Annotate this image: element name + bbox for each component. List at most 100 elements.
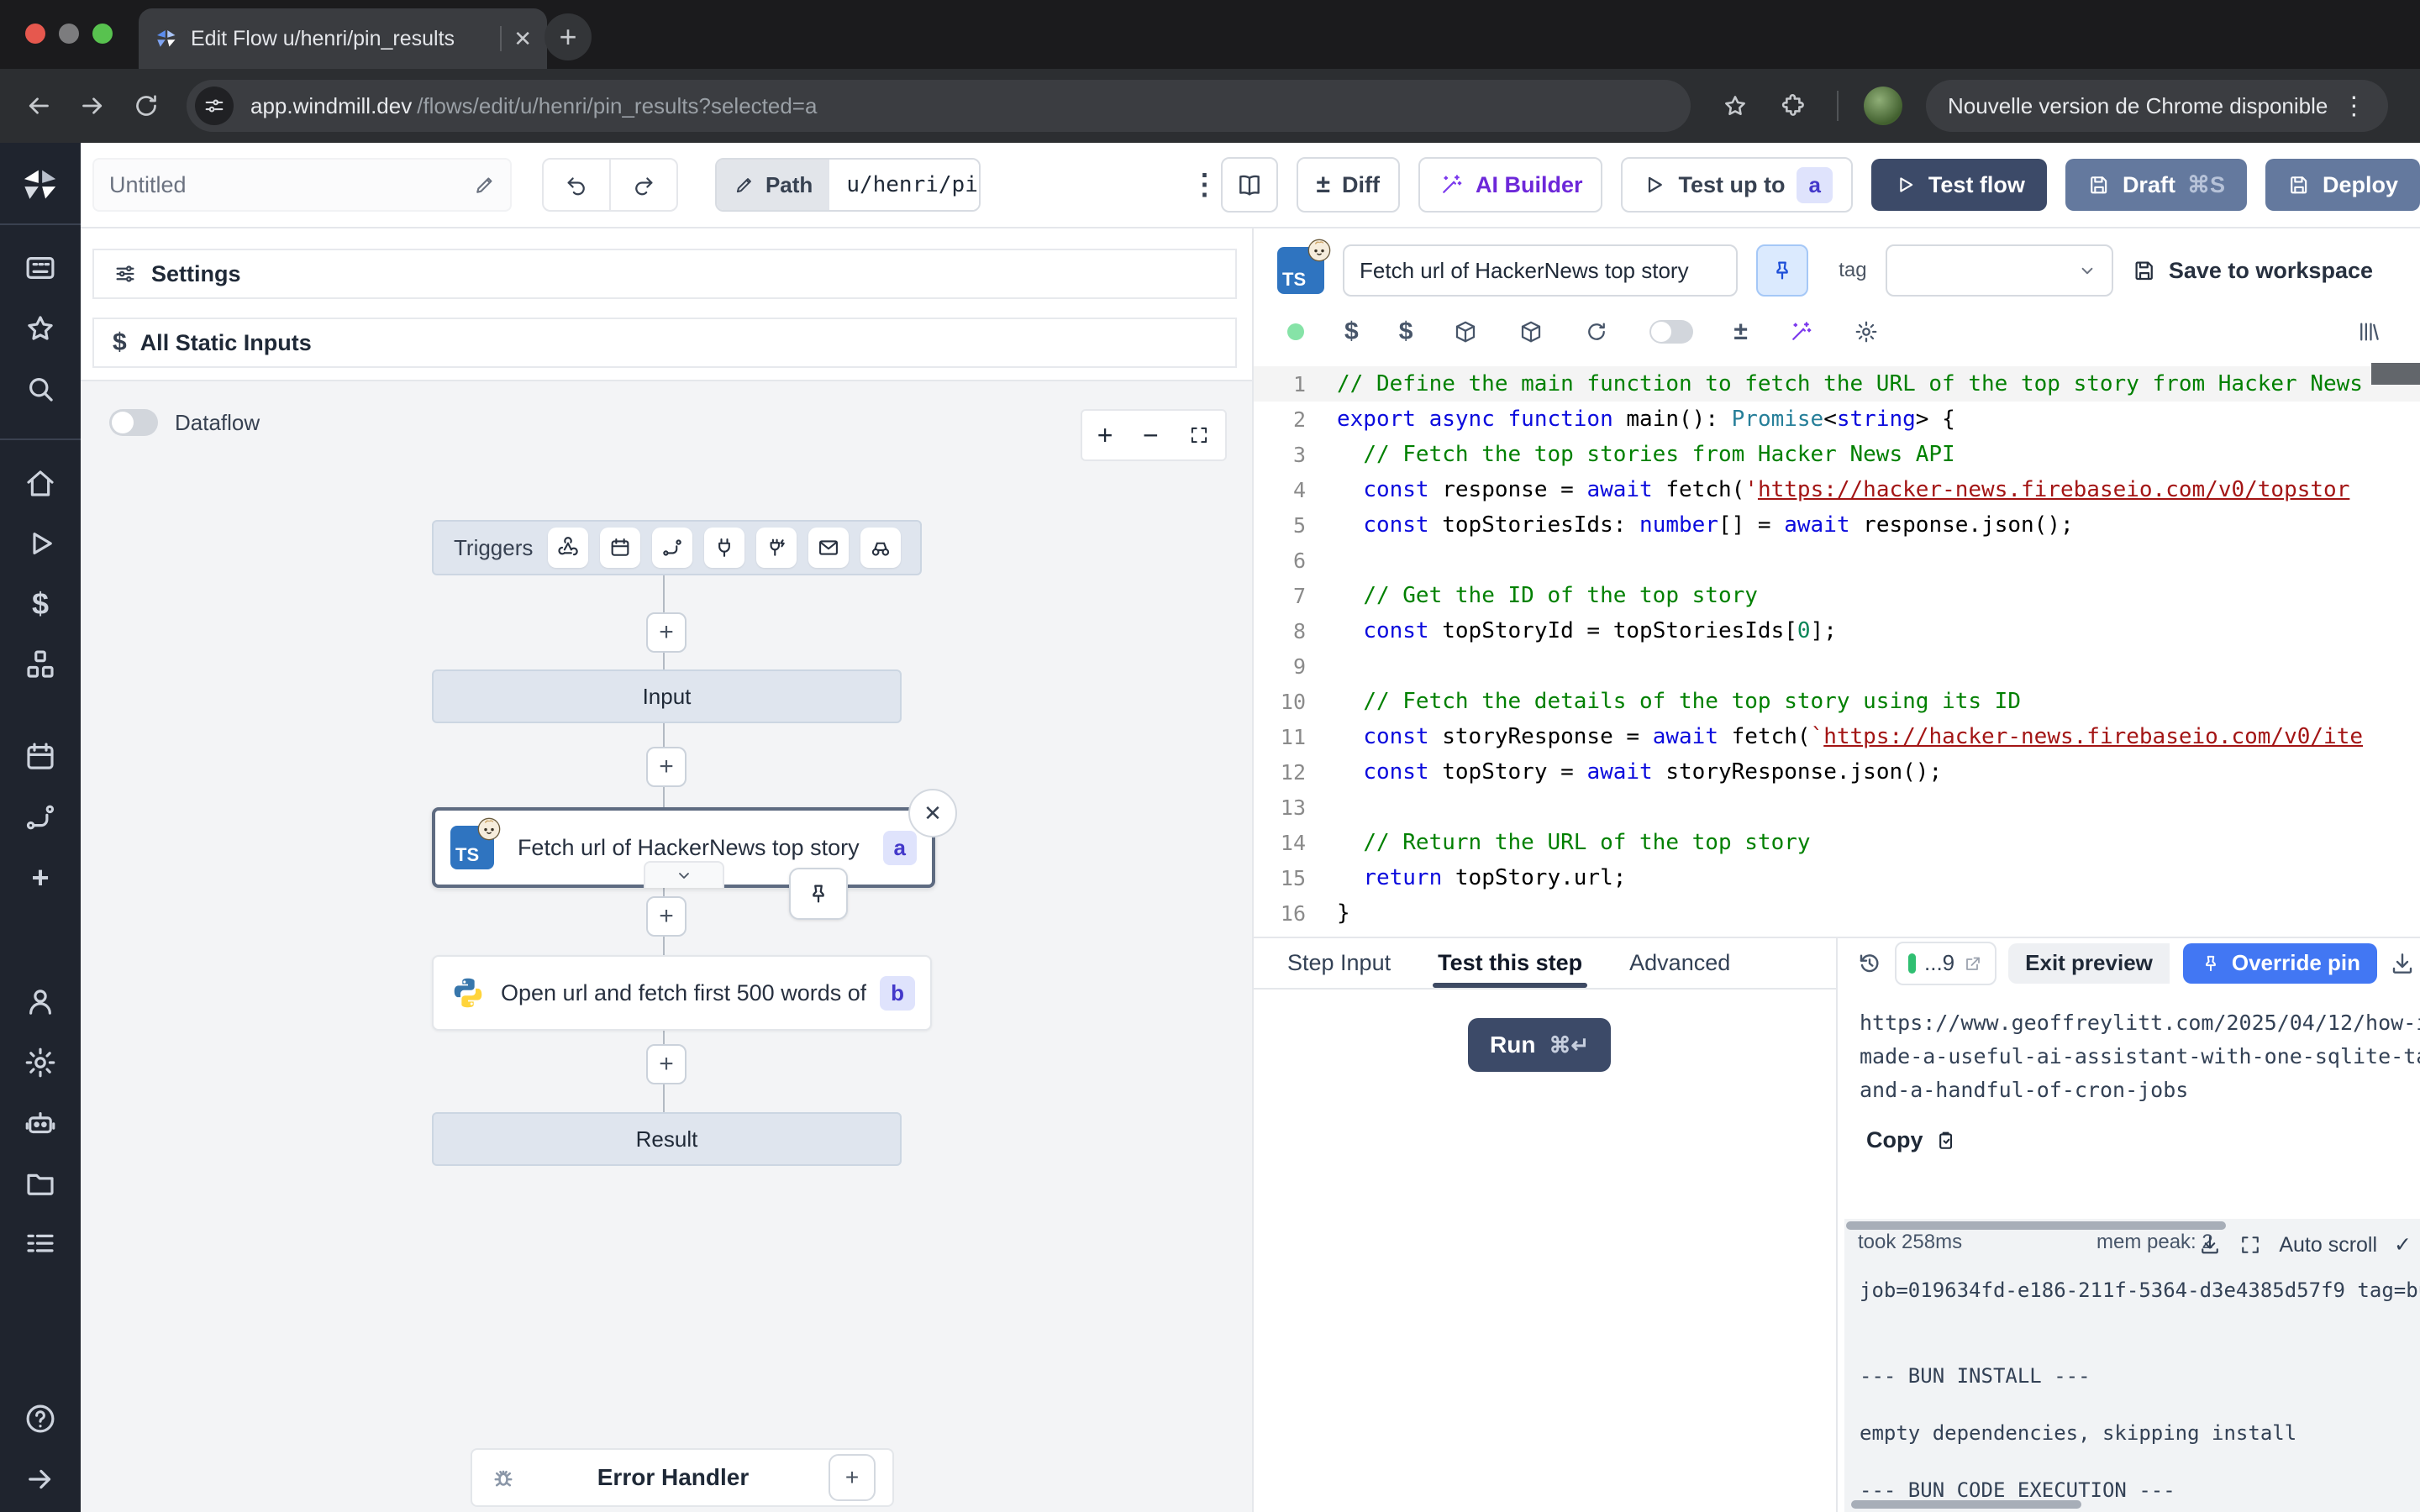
- collapse-step-chevron[interactable]: [644, 861, 724, 888]
- add-error-handler-button[interactable]: +: [829, 1454, 876, 1501]
- test-flow-button[interactable]: Test flow: [1871, 159, 2047, 211]
- code-line-10[interactable]: 10 // Fetch the details of the top story…: [1254, 684, 2420, 719]
- download-logs-icon[interactable]: [2198, 1233, 2222, 1257]
- error-handler-node[interactable]: Error Handler +: [471, 1448, 894, 1507]
- sidebar-item-collapse-icon[interactable]: [23, 1462, 58, 1497]
- triggers-node[interactable]: Triggers: [432, 520, 922, 575]
- job-chip[interactable]: ...9: [1895, 942, 1996, 985]
- download-result-icon[interactable]: [2389, 950, 2416, 977]
- add-step-button[interactable]: +: [646, 747, 687, 787]
- editor-toggle[interactable]: [1649, 320, 1693, 344]
- step-name-input[interactable]: [1343, 244, 1738, 297]
- code-line-12[interactable]: 12 const topStory = await storyResponse.…: [1254, 754, 2420, 790]
- new-tab-button[interactable]: +: [544, 13, 592, 60]
- input-node[interactable]: Input: [432, 669, 902, 723]
- poll-trigger-button[interactable]: [860, 528, 901, 568]
- exit-preview-button[interactable]: Exit preview: [2008, 943, 2170, 984]
- sidebar-item-add-icon[interactable]: +: [23, 860, 58, 895]
- deploy-button[interactable]: Deploy: [2265, 159, 2420, 211]
- code-line-4[interactable]: 4 const response = await fetch('https://…: [1254, 472, 2420, 507]
- flow-graph[interactable]: Dataflow + − Triggers +: [81, 380, 1252, 1512]
- forward-icon[interactable]: [77, 91, 108, 121]
- expand-logs-icon[interactable]: [2238, 1233, 2262, 1257]
- zoom-out-button[interactable]: −: [1143, 422, 1159, 449]
- sidebar-item-resources-icon[interactable]: [23, 647, 58, 682]
- webhook-trigger-button[interactable]: [548, 528, 588, 568]
- address-bar[interactable]: app.windmill.dev /flows/edit/u/henri/pin…: [187, 80, 1691, 132]
- result-node[interactable]: Result: [432, 1112, 902, 1166]
- code-line-8[interactable]: 8 const topStoryId = topStoriesIds[0];: [1254, 613, 2420, 648]
- editor-settings-gear-icon[interactable]: [1854, 319, 1879, 344]
- history-icon[interactable]: [1856, 950, 1883, 977]
- chrome-update-button[interactable]: Nouvelle version de Chrome disponible ⋮: [1926, 80, 2388, 132]
- step-b-node[interactable]: Open url and fetch first 500 words of ..…: [432, 955, 932, 1031]
- code-line-15[interactable]: 15 return topStory.url;: [1254, 860, 2420, 895]
- auto-scroll-label[interactable]: Auto scroll: [2279, 1233, 2377, 1257]
- close-tab-icon[interactable]: ✕: [513, 26, 532, 52]
- dollar-resources-icon[interactable]: $: [1399, 319, 1413, 344]
- bookmark-star-icon[interactable]: [1721, 92, 1749, 120]
- code-line-11[interactable]: 11 const storyResponse = await fetch(`ht…: [1254, 719, 2420, 754]
- run-button[interactable]: Run ⌘↵: [1468, 1018, 1611, 1072]
- flow-name-field[interactable]: [92, 158, 512, 212]
- websocket-trigger-button[interactable]: [704, 528, 744, 568]
- add-step-button[interactable]: +: [646, 1044, 687, 1084]
- code-line-14[interactable]: 14 // Return the URL of the top story: [1254, 825, 2420, 860]
- more-options-icon[interactable]: ⋮: [1191, 168, 1221, 202]
- code-line-7[interactable]: 7 // Get the ID of the top story: [1254, 578, 2420, 613]
- override-pin-button[interactable]: Override pin: [2183, 943, 2377, 984]
- code-line-6[interactable]: 6: [1254, 543, 2420, 578]
- close-window-button[interactable]: [25, 24, 45, 44]
- add-step-button[interactable]: +: [646, 612, 687, 653]
- browser-menu-icon[interactable]: ⋮: [2341, 92, 2366, 121]
- tag-select[interactable]: [1886, 244, 2113, 297]
- sidebar-item-workers-icon[interactable]: [23, 1105, 58, 1141]
- sidebar-item-search-icon[interactable]: [23, 371, 58, 407]
- sidebar-item-folders-icon[interactable]: [23, 1166, 58, 1201]
- dollar-vars-icon[interactable]: $: [1344, 319, 1359, 344]
- redo-button[interactable]: [609, 160, 676, 210]
- tab-test-this-step[interactable]: Test this step: [1438, 938, 1582, 988]
- sidebar-item-settings-icon[interactable]: [23, 1045, 58, 1080]
- sidebar-item-help-icon[interactable]: [23, 1401, 58, 1436]
- add-step-button[interactable]: +: [646, 896, 687, 937]
- test-up-to-button[interactable]: Test up to a: [1621, 157, 1852, 213]
- window-controls[interactable]: [25, 24, 113, 44]
- diff-button[interactable]: ± Diff: [1297, 157, 1400, 213]
- code-line-13[interactable]: 13: [1254, 790, 2420, 825]
- site-info-icon[interactable]: [195, 87, 234, 125]
- code-editor[interactable]: 1// Define the main function to fetch th…: [1254, 351, 2420, 937]
- code-line-5[interactable]: 5 const topStoriesIds: number[] = await …: [1254, 507, 2420, 543]
- extensions-puzzle-icon[interactable]: [1780, 92, 1808, 120]
- tab-advanced[interactable]: Advanced: [1629, 938, 1730, 988]
- pin-step-button[interactable]: [789, 868, 848, 920]
- back-icon[interactable]: [24, 91, 54, 121]
- flow-name-input[interactable]: [108, 171, 473, 199]
- minimize-window-button[interactable]: [59, 24, 79, 44]
- path-chip[interactable]: Path u/henri/pin: [715, 158, 981, 212]
- sidebar-item-schedules-icon[interactable]: [23, 739, 58, 774]
- all-static-inputs-row[interactable]: $ All Static Inputs: [92, 318, 1237, 368]
- sidebar-item-logs-icon[interactable]: [23, 1226, 58, 1262]
- package-icon[interactable]: [1518, 319, 1544, 344]
- code-line-3[interactable]: 3 // Fetch the top stories from Hacker N…: [1254, 437, 2420, 472]
- sidebar-item-favorites-icon[interactable]: [23, 311, 58, 346]
- undo-button[interactable]: [544, 160, 609, 210]
- code-line-16[interactable]: 16}: [1254, 895, 2420, 931]
- settings-row[interactable]: Settings: [92, 249, 1237, 299]
- code-line-2[interactable]: 2export async function main(): Promise<s…: [1254, 402, 2420, 437]
- sidebar-item-variables-icon[interactable]: $: [23, 586, 58, 622]
- browser-tab[interactable]: Edit Flow u/henri/pin_results ✕: [139, 8, 547, 69]
- maximize-window-button[interactable]: [92, 24, 113, 44]
- save-to-workspace-button[interactable]: Save to workspace: [2132, 258, 2373, 284]
- fullscreen-icon[interactable]: [1188, 424, 1210, 446]
- dataflow-toggle[interactable]: [109, 409, 158, 436]
- diff-mode-icon[interactable]: ±: [1733, 319, 1747, 344]
- log-hscrollbar-bottom[interactable]: [1851, 1500, 2081, 1509]
- pinned-step-button[interactable]: [1756, 244, 1808, 297]
- draft-button[interactable]: Draft ⌘S: [2065, 159, 2247, 211]
- docs-book-button[interactable]: [1221, 157, 1278, 213]
- reload-icon[interactable]: [131, 91, 161, 121]
- external-link-icon[interactable]: [1963, 953, 1983, 974]
- schedule-trigger-button[interactable]: [600, 528, 640, 568]
